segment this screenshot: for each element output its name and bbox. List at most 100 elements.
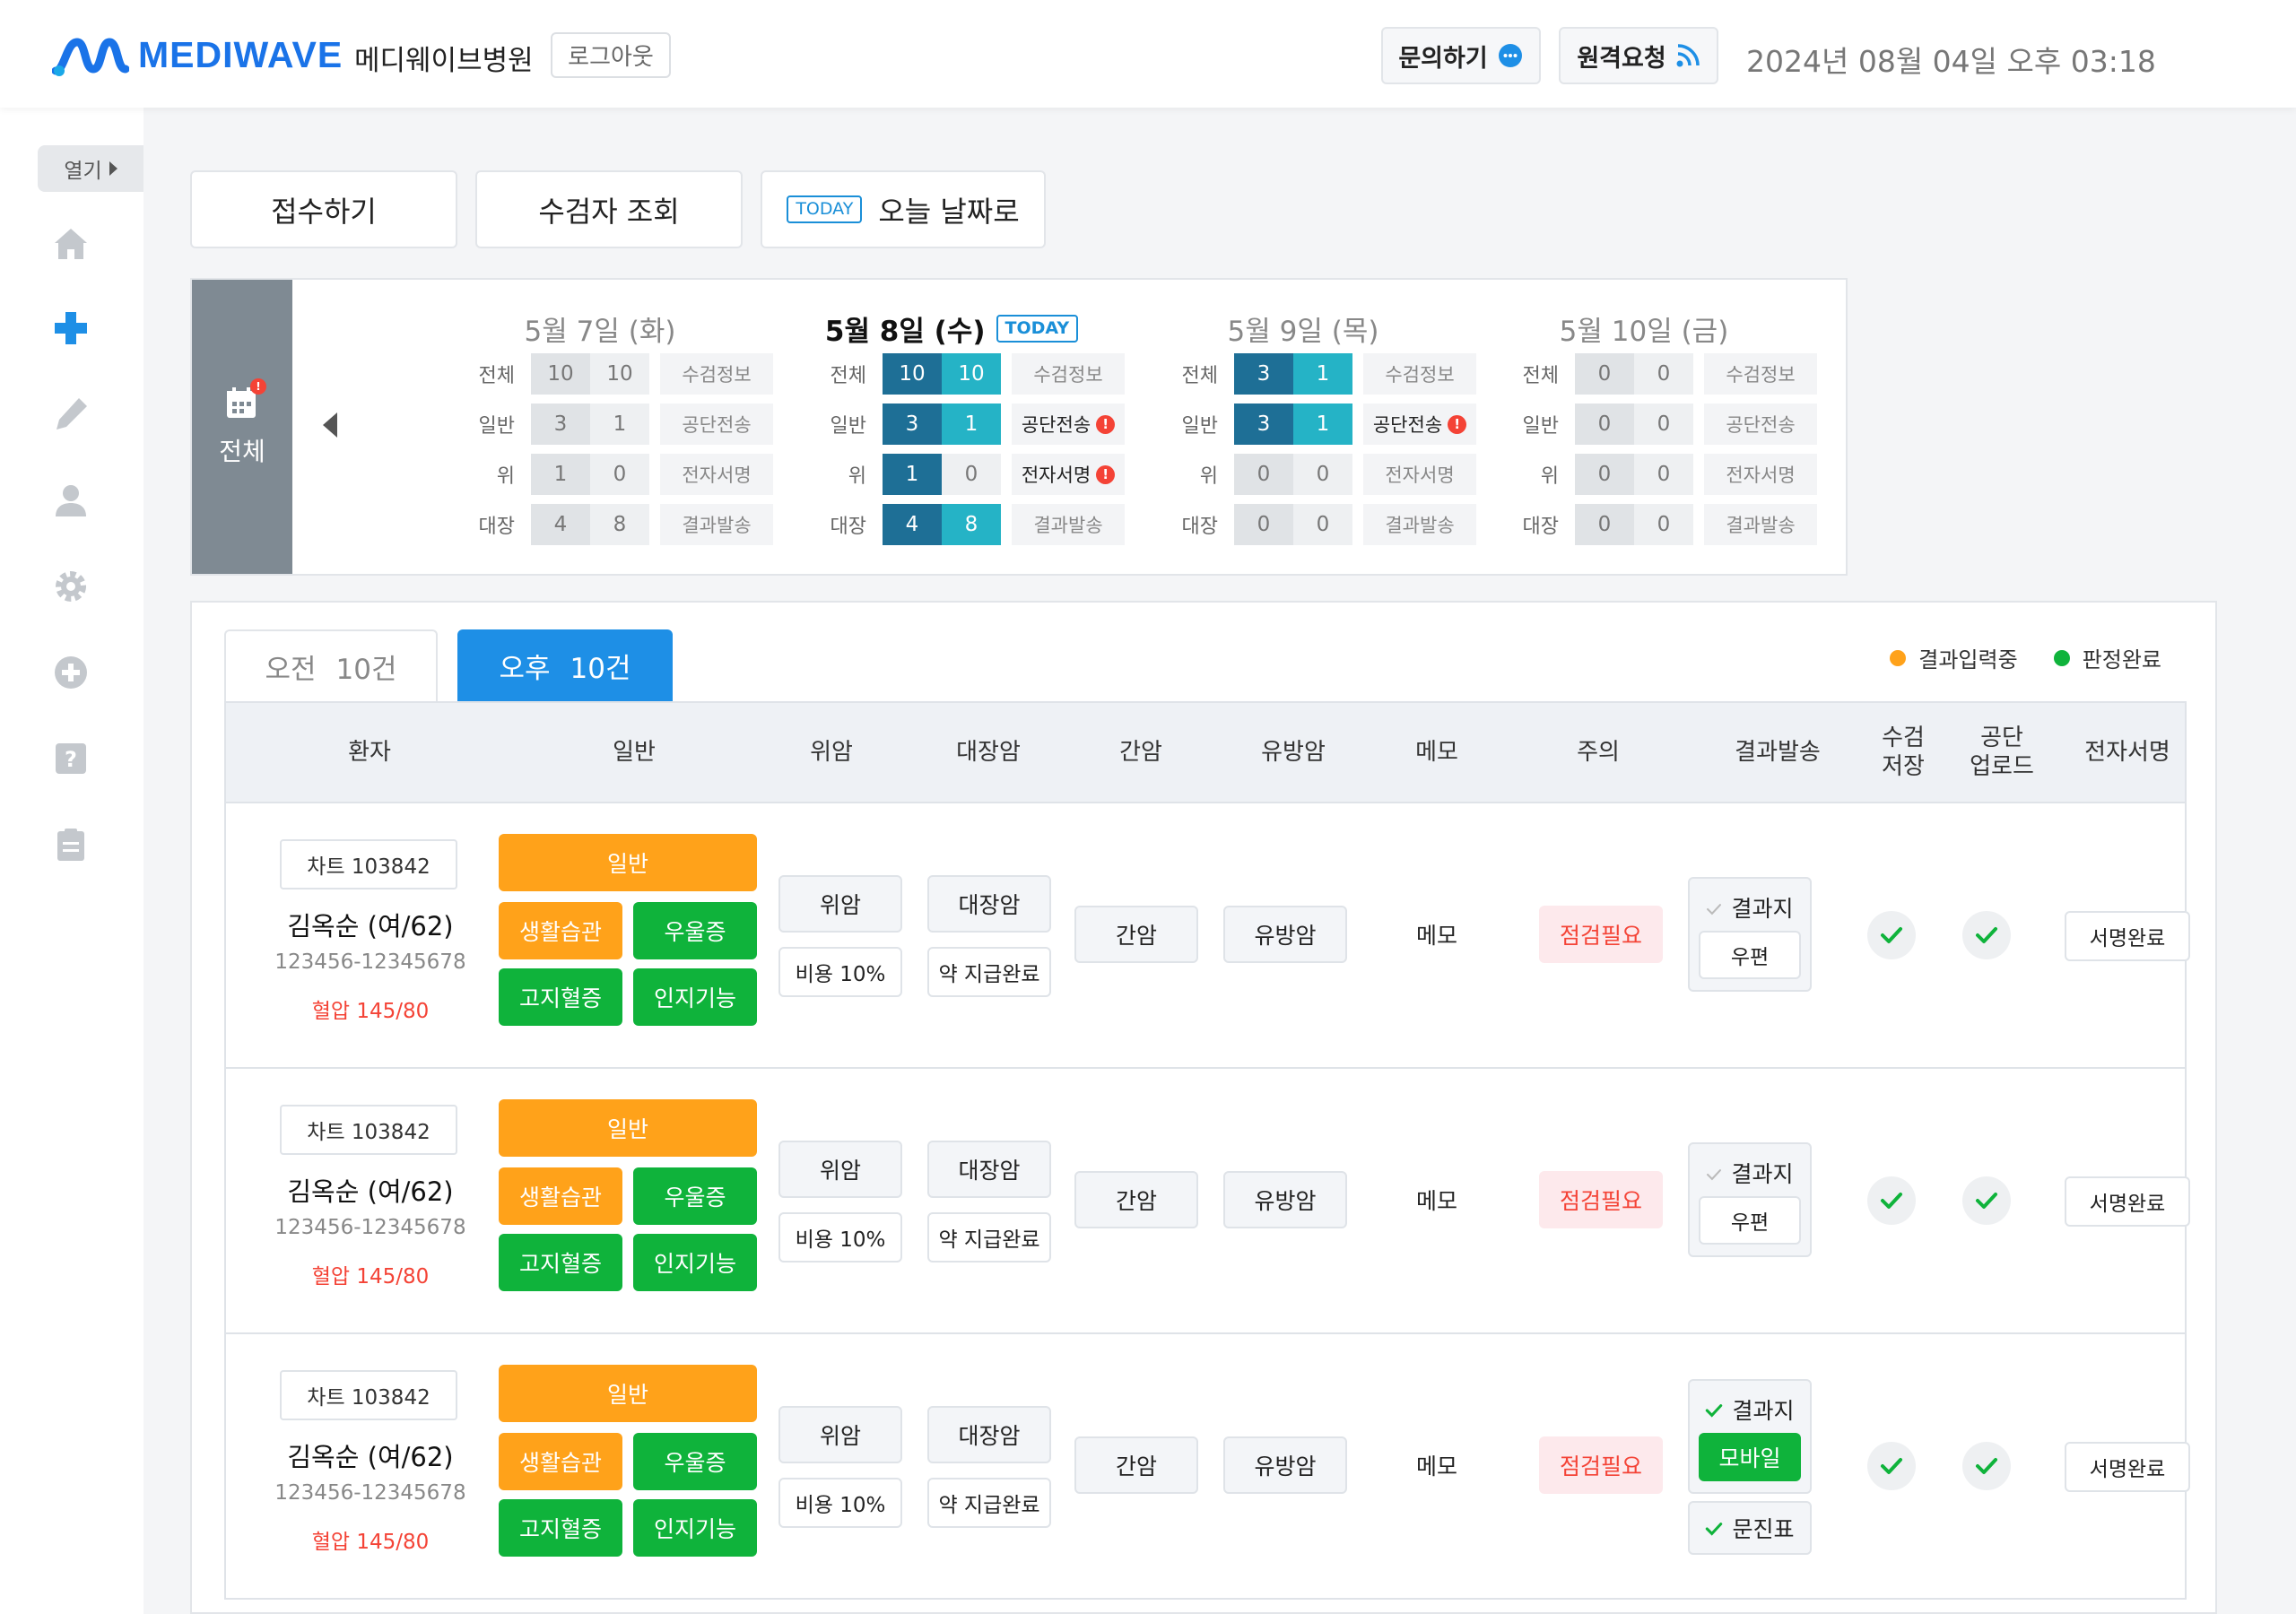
count-first[interactable]: 4 (531, 504, 590, 545)
colon-cancer-button[interactable]: 대장암 (927, 1141, 1051, 1198)
count-first[interactable]: 3 (531, 404, 590, 445)
status-button[interactable]: 공단전송! (1363, 404, 1476, 445)
count-second[interactable]: 0 (1293, 454, 1352, 495)
count-second[interactable]: 0 (1634, 454, 1693, 495)
count-first[interactable]: 1 (883, 454, 942, 495)
plus-icon[interactable] (51, 308, 91, 348)
count-second[interactable]: 8 (942, 504, 1001, 545)
count-second[interactable]: 10 (590, 353, 649, 395)
liver-cancer-button[interactable]: 간암 (1074, 906, 1198, 963)
liver-cancer-button[interactable]: 간암 (1074, 1171, 1198, 1228)
stomach-cancer-button[interactable]: 위암 (778, 1141, 902, 1198)
habit-badge[interactable]: 생활습관 (499, 902, 622, 959)
status-button[interactable]: 수검정보 (1704, 353, 1817, 395)
liver-cancer-button[interactable]: 간암 (1074, 1436, 1198, 1494)
add-circle-icon[interactable] (51, 653, 91, 692)
count-first[interactable]: 1 (531, 454, 590, 495)
drug-status-button[interactable]: 약 지급완료 (927, 1212, 1051, 1263)
habit-badge[interactable]: 생활습관 (499, 1167, 622, 1225)
count-second[interactable]: 0 (1634, 504, 1693, 545)
count-second[interactable]: 0 (1634, 353, 1693, 395)
stomach-cancer-button[interactable]: 위암 (778, 1406, 902, 1463)
memo-button[interactable]: 메모 (1383, 1436, 1491, 1494)
sidebar-toggle-button[interactable]: 열기 (38, 145, 144, 192)
lipid-badge[interactable]: 고지혈증 (499, 1234, 622, 1291)
general-exam-badge[interactable]: 일반 (499, 1099, 757, 1157)
table-row[interactable]: 차트 103842 김옥순 (여/62) 123456-12345678 혈압 145… (224, 803, 2190, 1069)
cost-button[interactable]: 비용 10% (778, 1212, 902, 1263)
chart-number-button[interactable]: 차트 103842 (280, 1105, 457, 1155)
count-first[interactable]: 10 (883, 353, 942, 395)
lipid-badge[interactable]: 고지혈증 (499, 968, 622, 1026)
go-today-button[interactable]: TODAY 오늘 날짜로 (761, 170, 1046, 248)
remote-request-button[interactable]: 원격요청 (1559, 27, 1718, 84)
depression-badge[interactable]: 우울증 (633, 1433, 757, 1490)
calendar-all-button[interactable]: ! 전체 (192, 280, 292, 574)
delivery-method-button[interactable]: 모바일 (1699, 1433, 1801, 1481)
status-button[interactable]: 결과발송 (1363, 504, 1476, 545)
count-second[interactable]: 8 (590, 504, 649, 545)
save-check-icon[interactable] (1867, 911, 1916, 959)
cost-button[interactable]: 비용 10% (778, 947, 902, 997)
count-second[interactable]: 1 (1293, 404, 1352, 445)
status-button[interactable]: 전자서명! (1012, 454, 1125, 495)
inquiry-button[interactable]: 문의하기 (1381, 27, 1541, 84)
prev-arrow-icon[interactable] (323, 412, 337, 444)
table-row[interactable]: 차트 103842 김옥순 (여/62) 123456-12345678 혈압 145… (224, 1069, 2190, 1334)
count-first[interactable]: 4 (883, 504, 942, 545)
stomach-cancer-button[interactable]: 위암 (778, 875, 902, 933)
save-check-icon[interactable] (1867, 1176, 1916, 1225)
upload-check-icon[interactable] (1962, 1442, 2011, 1490)
cognitive-badge[interactable]: 인지기능 (633, 968, 757, 1026)
count-first[interactable]: 10 (531, 353, 590, 395)
habit-badge[interactable]: 생활습관 (499, 1433, 622, 1490)
gear-icon[interactable] (51, 567, 91, 606)
clipboard-icon[interactable] (51, 825, 91, 864)
status-button[interactable]: 공단전송! (1012, 404, 1125, 445)
signature-status-button[interactable]: 서명완료 (2065, 1442, 2190, 1492)
tab-morning[interactable]: 오전 10건 (224, 629, 438, 701)
status-button[interactable]: 공단전송 (1704, 404, 1817, 445)
memo-button[interactable]: 메모 (1383, 906, 1491, 963)
logo[interactable]: MEDIWAVE (52, 34, 343, 76)
breast-cancer-button[interactable]: 유방암 (1223, 1171, 1347, 1228)
register-button[interactable]: 접수하기 (190, 170, 457, 248)
home-icon[interactable] (51, 224, 91, 264)
depression-badge[interactable]: 우울증 (633, 1167, 757, 1225)
caution-badge[interactable]: 점검필요 (1539, 1171, 1663, 1228)
result-delivery-box[interactable]: 결과지 모바일 (1688, 1379, 1812, 1494)
breast-cancer-button[interactable]: 유방암 (1223, 906, 1347, 963)
count-first[interactable]: 0 (1575, 353, 1634, 395)
result-delivery-box[interactable]: 결과지 우편 (1688, 1142, 1812, 1257)
count-first[interactable]: 0 (1234, 454, 1293, 495)
general-exam-badge[interactable]: 일반 (499, 1365, 757, 1422)
count-first[interactable]: 0 (1575, 504, 1634, 545)
status-button[interactable]: 결과발송 (1704, 504, 1817, 545)
count-second[interactable]: 1 (1293, 353, 1352, 395)
cost-button[interactable]: 비용 10% (778, 1478, 902, 1528)
colon-cancer-button[interactable]: 대장암 (927, 875, 1051, 933)
status-button[interactable]: 결과발송 (1012, 504, 1125, 545)
upload-check-icon[interactable] (1962, 1176, 2011, 1225)
count-second[interactable]: 0 (590, 454, 649, 495)
count-second[interactable]: 1 (942, 404, 1001, 445)
count-first[interactable]: 0 (1234, 504, 1293, 545)
count-second[interactable]: 0 (1293, 504, 1352, 545)
questionnaire-button[interactable]: 문진표 (1688, 1501, 1812, 1555)
pen-icon[interactable] (51, 395, 91, 434)
count-first[interactable]: 3 (883, 404, 942, 445)
status-button[interactable]: 수검정보 (1363, 353, 1476, 395)
count-first[interactable]: 0 (1575, 404, 1634, 445)
count-first[interactable]: 3 (1234, 404, 1293, 445)
status-button[interactable]: 수검정보 (660, 353, 773, 395)
upload-check-icon[interactable] (1962, 911, 2011, 959)
status-button[interactable]: 공단전송 (660, 404, 773, 445)
table-row[interactable]: 차트 103842 김옥순 (여/62) 123456-12345678 혈압 145… (224, 1334, 2190, 1600)
signature-status-button[interactable]: 서명완료 (2065, 911, 2190, 961)
chart-number-button[interactable]: 차트 103842 (280, 839, 457, 889)
cognitive-badge[interactable]: 인지기능 (633, 1499, 757, 1557)
depression-badge[interactable]: 우울증 (633, 902, 757, 959)
lipid-badge[interactable]: 고지혈증 (499, 1499, 622, 1557)
caution-badge[interactable]: 점검필요 (1539, 1436, 1663, 1494)
logout-button[interactable]: 로그아웃 (551, 32, 671, 78)
